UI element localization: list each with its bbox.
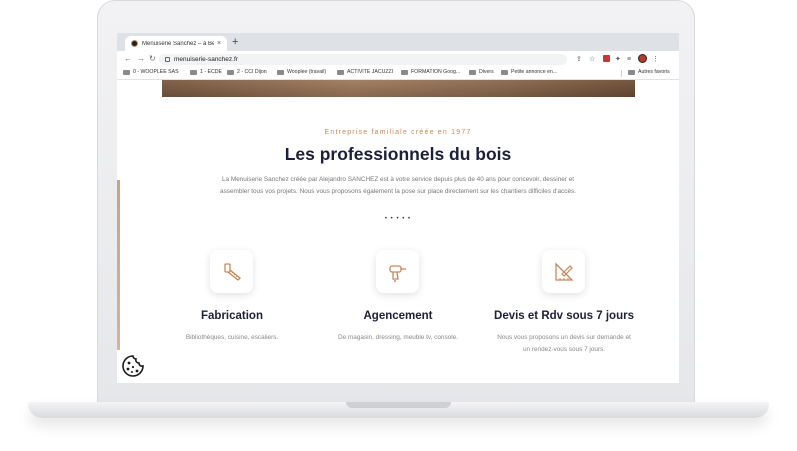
url-text: menuiserie-sanchez.fr (174, 56, 238, 63)
bookmark-folder[interactable]: Wooplee (travail) (277, 69, 326, 75)
bookmark-label: ACTIVITE JACUZZI (347, 69, 394, 75)
browser-toolbar: ← → ↻ menuiserie-sanchez.fr ⇪ ☆ ✦ ≡ ⋮ (117, 51, 679, 68)
bookmark-label: Autres favoris (638, 69, 670, 75)
bookmark-folder[interactable]: 1 - ECDE (190, 69, 222, 75)
folder-icon (190, 69, 197, 75)
bookmark-folder[interactable]: 0 - WOOPLEE SAS (123, 69, 179, 75)
tab-bar: Menuiserie Sanchez – à Besançon × + (117, 33, 679, 51)
bookmark-folder-other[interactable]: Autres favoris (628, 69, 670, 75)
extensions-puzzle-icon[interactable]: ✦ (615, 55, 621, 64)
share-icon[interactable]: ⇪ (576, 55, 582, 64)
bookmarks-bar: 0 - WOOPLEE SAS 1 - ECDE 2 - CCI Dijon W… (117, 68, 679, 80)
folder-icon (123, 69, 130, 75)
profile-avatar-icon[interactable] (638, 54, 647, 63)
web-page: Entreprise familiale créée en 1977 Les p… (117, 80, 679, 383)
forward-icon[interactable]: → (137, 54, 145, 64)
bookmark-folder[interactable]: 2 - CCI Dijon (227, 69, 267, 75)
bookmark-folder[interactable]: Divers (469, 69, 494, 75)
menu-lines-icon[interactable]: ≡ (627, 55, 631, 64)
bookmark-label: 0 - WOOPLEE SAS (133, 69, 179, 75)
reload-icon[interactable]: ↻ (149, 54, 156, 64)
section-subtitle: Entreprise familiale créée en 1977 (324, 129, 472, 136)
new-tab-button[interactable]: + (232, 35, 238, 49)
folder-icon (501, 69, 508, 75)
folder-icon (277, 69, 284, 75)
bookmark-label: Petite annonce en... (511, 69, 558, 75)
ruler-pencil-icon (542, 250, 585, 293)
bookmark-label: 2 - CCI Dijon (237, 69, 267, 75)
feature-title: Agencement (363, 310, 433, 322)
lock-icon (165, 57, 170, 62)
feature-desc: Bibliothèques, cuisine, escaliers. (185, 334, 279, 341)
feature-title: Fabrication (201, 310, 263, 322)
bookmark-label: Divers (479, 69, 494, 75)
cookie-settings-button[interactable] (121, 354, 145, 378)
bookmark-folder[interactable]: ACTIVITE JACUZZI (337, 69, 393, 75)
extension-icon[interactable] (603, 55, 610, 62)
folder-icon (401, 69, 408, 75)
drill-icon (376, 250, 419, 293)
bookmark-label: FORMATION Goog... (411, 69, 461, 75)
feature-desc: De magasin, dressing, meuble tv, console… (338, 334, 458, 341)
folder-icon (469, 69, 476, 75)
more-menu-icon[interactable]: ⋮ (652, 55, 659, 64)
laptop-notch (346, 402, 451, 408)
browser-window: Menuiserie Sanchez – à Besançon × + ← → … (117, 33, 679, 383)
close-tab-icon[interactable]: × (217, 40, 221, 47)
hero-image (162, 80, 635, 97)
feature-desc: Nous vous proposons un devis sur demande… (497, 334, 631, 353)
tab-title: Menuiserie Sanchez – à Besançon (142, 40, 214, 47)
site-favicon-icon (131, 40, 138, 47)
dots-divider: • • • • • (384, 216, 412, 222)
browser-tab[interactable]: Menuiserie Sanchez – à Besançon × (125, 36, 227, 51)
side-image-strip (117, 180, 120, 350)
bookmark-label: Wooplee (travail) (287, 69, 327, 75)
bookmarks-separator (621, 70, 622, 77)
cookie-icon (122, 355, 144, 377)
address-bar[interactable]: menuiserie-sanchez.fr (159, 54, 567, 65)
feature-title: Devis et Rdv sous 7 jours (494, 310, 634, 322)
folder-icon (337, 69, 344, 75)
bookmark-folder[interactable]: Petite annonce en... (501, 69, 557, 75)
back-icon[interactable]: ← (124, 54, 132, 64)
bookmark-star-icon[interactable]: ☆ (589, 55, 595, 64)
saw-icon (210, 250, 253, 293)
section-headline: Les professionnels du bois (284, 144, 512, 164)
intro-paragraph: La Menuiserie Sanchez créée par Alejandr… (220, 176, 576, 195)
folder-icon (227, 69, 234, 75)
bookmark-label: 1 - ECDE (200, 69, 222, 75)
folder-icon (628, 69, 635, 75)
bookmark-folder[interactable]: FORMATION Goog... (401, 69, 460, 75)
